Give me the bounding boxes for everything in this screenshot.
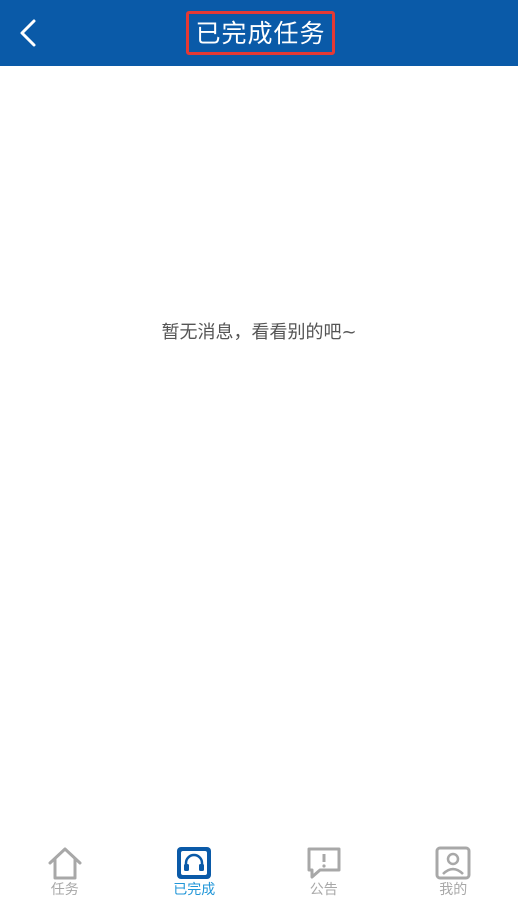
empty-state-message: 暂无消息，看看别的吧~ (161, 322, 357, 343)
profile-icon (435, 846, 471, 880)
tab-profile-label: 我的 (439, 882, 468, 898)
page-title-highlight: 已完成任务 (186, 11, 335, 55)
headset-icon (176, 846, 212, 880)
page-title: 已完成任务 (195, 18, 326, 48)
tab-completed-label: 已完成 (173, 882, 216, 898)
back-button[interactable] (8, 13, 48, 53)
tab-announcements[interactable]: 公告 (259, 838, 389, 907)
tab-profile[interactable]: 我的 (389, 838, 518, 907)
top-navigation-bar: 已完成任务 (0, 0, 518, 66)
home-icon (47, 846, 83, 880)
announcement-icon (306, 846, 342, 880)
tab-completed[interactable]: 已完成 (130, 838, 260, 907)
tab-tasks-label: 任务 (50, 882, 79, 898)
bottom-tab-bar: 任务 已完成 公告 我的 (0, 838, 518, 907)
tab-announcements-label: 公告 (309, 882, 338, 898)
tab-tasks[interactable]: 任务 (0, 838, 130, 907)
chevron-left-icon (20, 19, 36, 47)
